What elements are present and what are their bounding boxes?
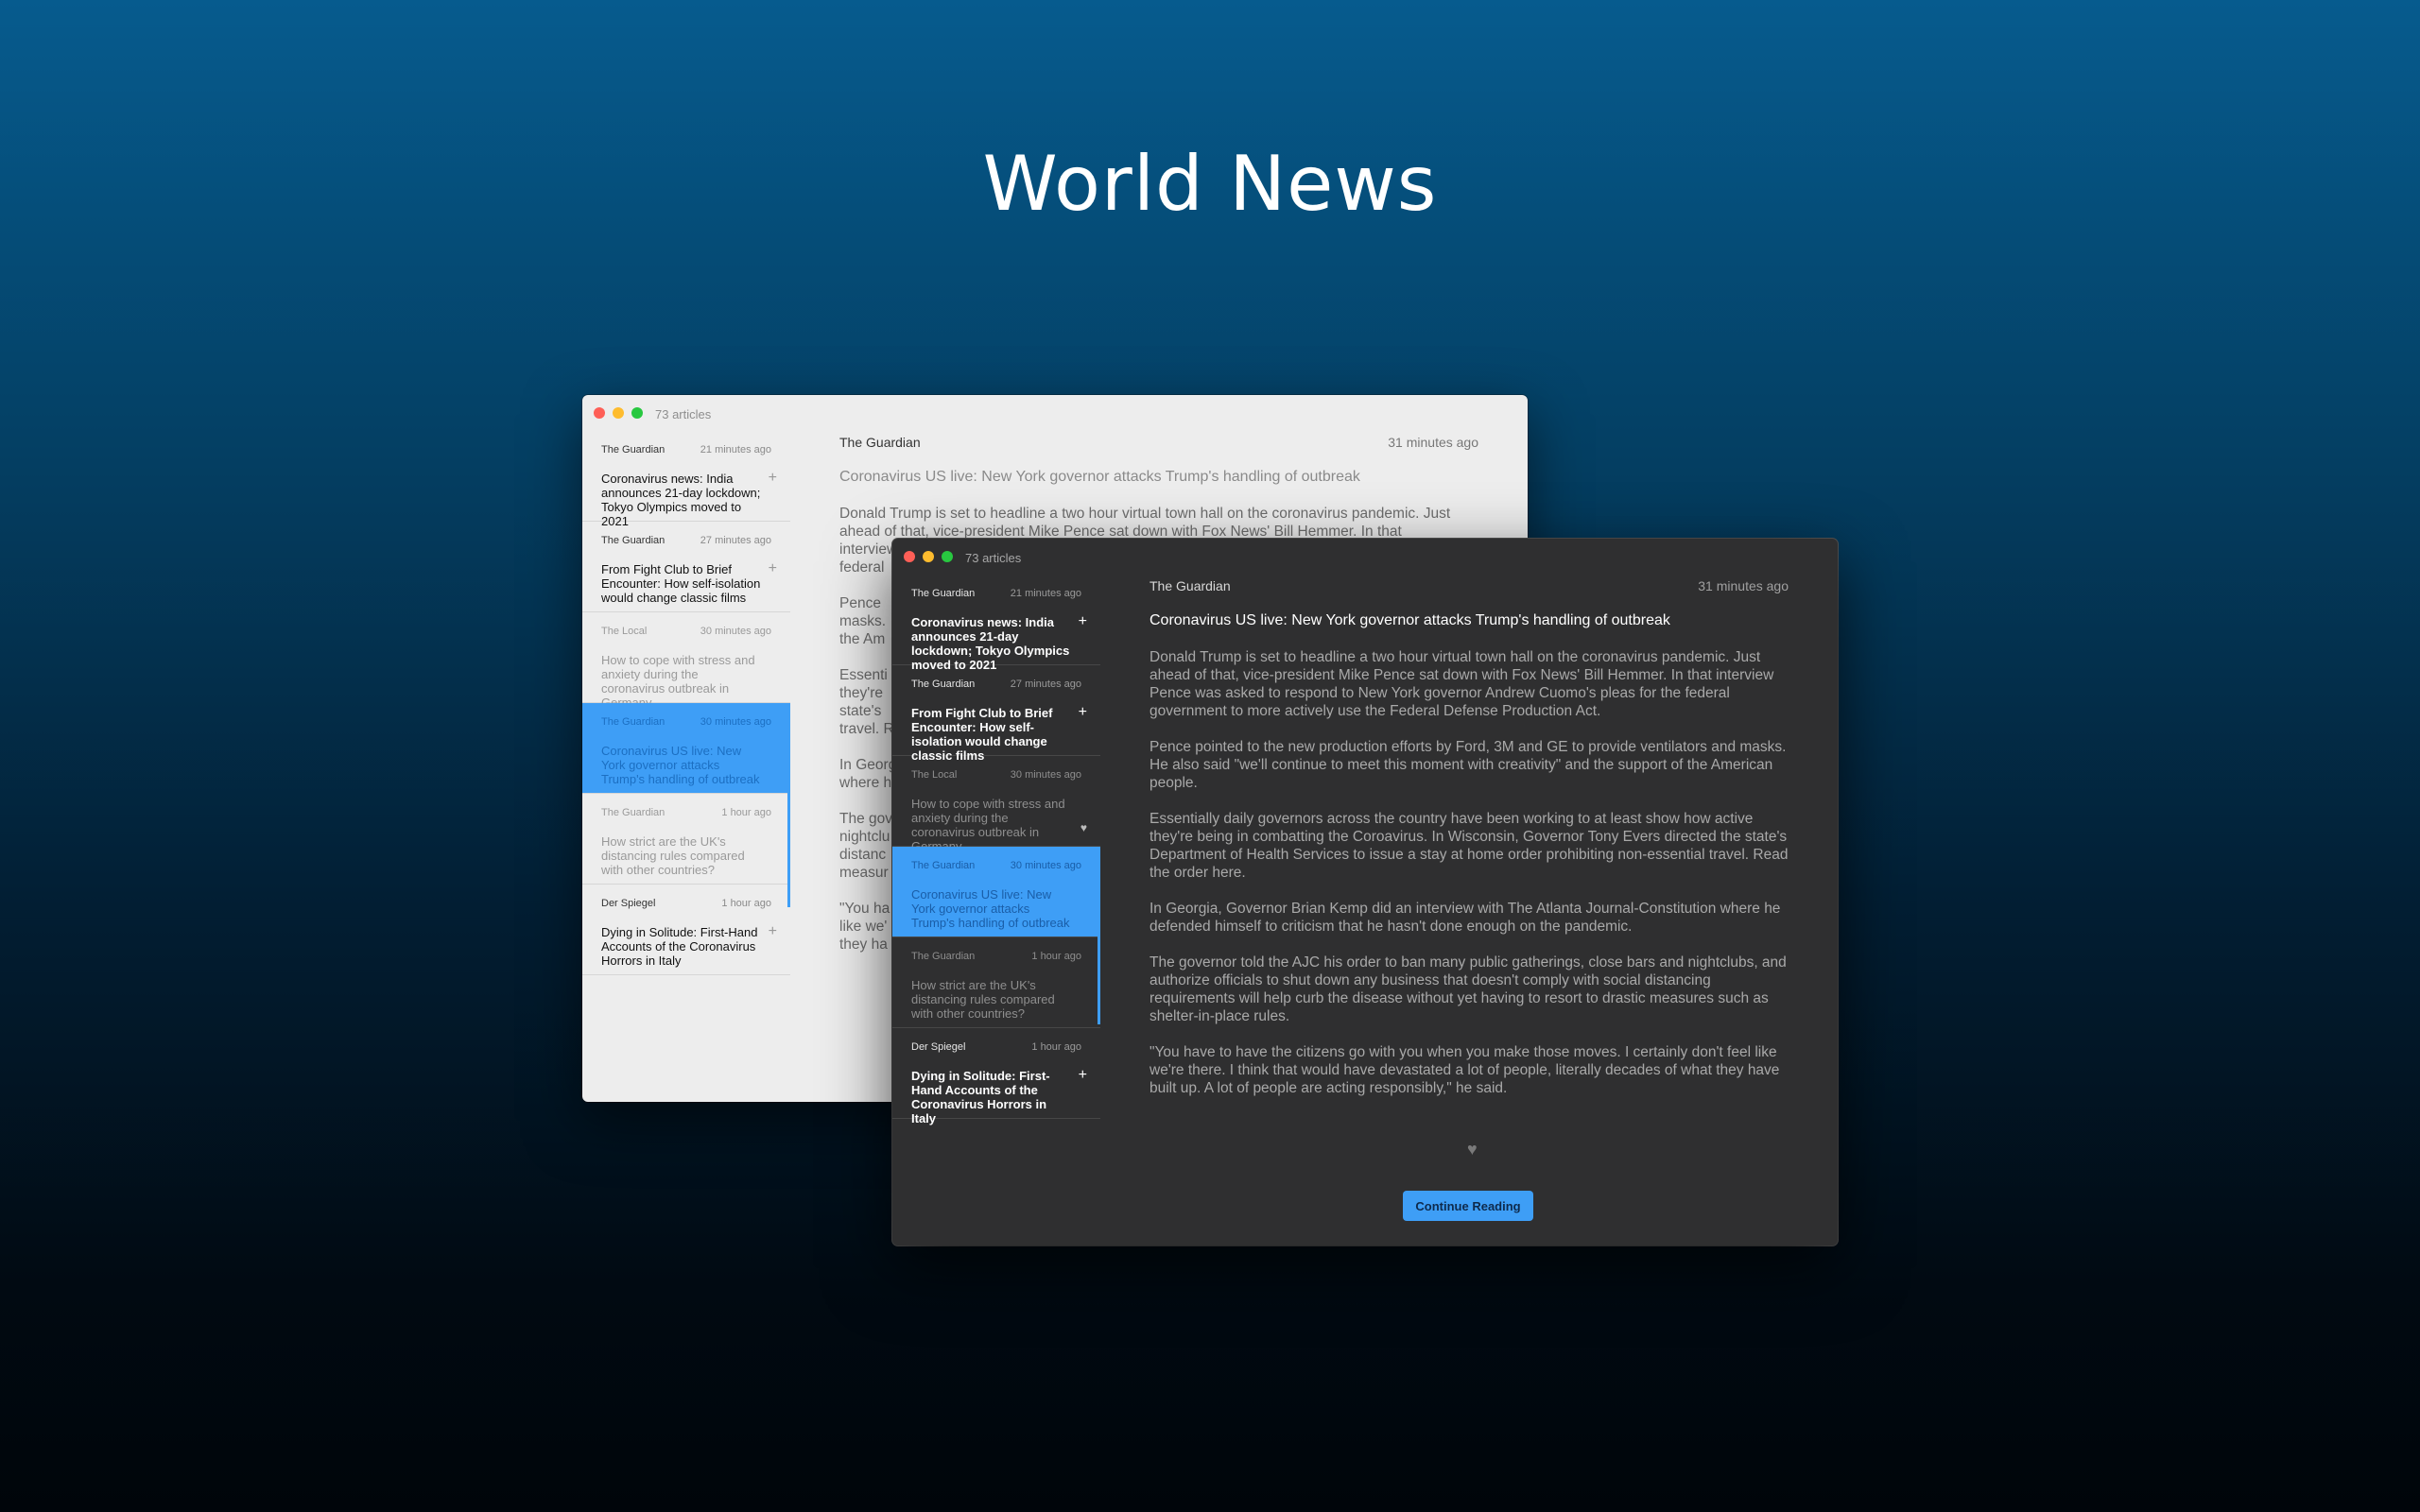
detail-title: Coronavirus US live: New York governor a…	[1150, 612, 1670, 628]
plus-icon[interactable]: +	[1079, 705, 1087, 720]
detail-body: Donald Trump is set to headline a two ho…	[1150, 648, 1789, 1115]
article-detail: The Guardian 31 minutes ago Coronavirus …	[1150, 575, 1789, 1246]
article-source: The Guardian	[601, 716, 666, 728]
article-source: The Guardian	[601, 535, 666, 546]
article-time: 1 hour ago	[1031, 1041, 1081, 1053]
continue-reading-button[interactable]: Continue Reading	[1403, 1191, 1533, 1221]
page-title: World News	[982, 140, 1438, 228]
article-source: The Guardian	[601, 807, 666, 818]
list-item[interactable]: The Guardian 21 minutes ago Coronavirus …	[582, 431, 790, 528]
heart-icon[interactable]: ♥	[1467, 1140, 1478, 1160]
detail-paragraph: Donald Trump is set to headline a two ho…	[1150, 649, 1774, 719]
list-item[interactable]: Der Spiegel 1 hour ago Dying in Solitude…	[892, 1028, 1100, 1125]
article-title: How strict are the UK's distancing rules…	[911, 978, 1055, 1021]
article-count: 73 articles	[655, 407, 712, 421]
close-button[interactable]	[594, 407, 605, 419]
list-item-selected[interactable]: The Guardian 30 minutes ago Coronavirus …	[892, 847, 1100, 937]
article-list: The Guardian 21 minutes ago Coronavirus …	[582, 431, 790, 1102]
detail-paragraph: Essentially daily governors across the c…	[1150, 811, 1789, 881]
article-time: 1 hour ago	[721, 898, 771, 909]
list-item[interactable]: The Guardian 1 hour ago How strict are t…	[892, 937, 1100, 1028]
article-title: From Fight Club to Brief Encounter: How …	[601, 562, 761, 605]
article-time: 27 minutes ago	[700, 535, 771, 546]
article-time: 21 minutes ago	[700, 444, 771, 455]
detail-paragraph: Pence pointed to the new production effo…	[1150, 739, 1787, 791]
traffic-lights	[594, 407, 643, 419]
list-item[interactable]: Der Spiegel 1 hour ago Dying in Solitude…	[582, 885, 790, 975]
article-title: Dying in Solitude: First-Hand Accounts o…	[601, 925, 758, 968]
list-item[interactable]: The Guardian 1 hour ago How strict are t…	[582, 794, 790, 885]
article-time: 30 minutes ago	[700, 716, 771, 728]
detail-paragraph: The governor told the AJC his order to b…	[1150, 954, 1787, 1024]
article-source: The Local	[911, 769, 958, 781]
title-bar: 73 articles	[892, 539, 1110, 575]
article-title: How to cope with stress and anxiety duri…	[601, 653, 755, 710]
detail-source: The Guardian	[1150, 578, 1231, 593]
minimize-button[interactable]	[923, 551, 934, 562]
article-source: The Guardian	[911, 679, 976, 690]
article-time: 30 minutes ago	[700, 626, 771, 637]
zoom-button[interactable]	[942, 551, 953, 562]
article-title: How strict are the UK's distancing rules…	[601, 834, 745, 877]
scrollbar[interactable]	[1098, 907, 1100, 1024]
article-title: How to cope with stress and anxiety duri…	[911, 797, 1065, 853]
article-source: The Local	[601, 626, 648, 637]
article-time: 1 hour ago	[721, 807, 771, 818]
article-time: 27 minutes ago	[1010, 679, 1081, 690]
zoom-button[interactable]	[631, 407, 643, 419]
plus-icon[interactable]: +	[1079, 1068, 1087, 1083]
plus-icon[interactable]: +	[769, 561, 777, 576]
article-source: Der Spiegel	[911, 1041, 966, 1053]
list-item[interactable]: The Guardian 27 minutes ago From Fight C…	[582, 522, 790, 612]
list-item[interactable]: The Guardian 27 minutes ago From Fight C…	[892, 665, 1100, 763]
article-time: 21 minutes ago	[1010, 588, 1081, 599]
detail-title: Coronavirus US live: New York governor a…	[839, 469, 1360, 485]
article-source: The Guardian	[911, 588, 976, 599]
article-time: 30 minutes ago	[1010, 769, 1081, 781]
article-count: 73 articles	[965, 551, 1022, 565]
title-bar: 73 articles	[582, 395, 800, 431]
dark-app-window: 73 articles The Guardian 21 minutes ago …	[892, 539, 1838, 1246]
detail-paragraph: "You have to have the citizens go with y…	[1150, 1044, 1780, 1096]
article-title: Dying in Solitude: First-Hand Accounts o…	[911, 1069, 1050, 1125]
detail-time: 31 minutes ago	[1388, 435, 1478, 450]
plus-icon[interactable]: +	[769, 471, 777, 486]
scrollbar[interactable]	[787, 764, 790, 907]
article-source: The Guardian	[911, 860, 976, 871]
article-time: 30 minutes ago	[1010, 860, 1081, 871]
list-item[interactable]: The Local 30 minutes ago How to cope wit…	[892, 756, 1100, 853]
detail-source: The Guardian	[839, 435, 921, 450]
article-source: The Guardian	[911, 951, 976, 962]
list-item-selected[interactable]: The Guardian 30 minutes ago Coronavirus …	[582, 703, 790, 794]
plus-icon[interactable]: +	[1079, 614, 1087, 629]
article-time: 1 hour ago	[1031, 951, 1081, 962]
list-item[interactable]: The Local 30 minutes ago How to cope wit…	[582, 612, 790, 710]
article-title: From Fight Club to Brief Encounter: How …	[911, 706, 1053, 763]
traffic-lights	[904, 551, 953, 562]
article-title: Coronavirus news: India announces 21-day…	[911, 615, 1070, 672]
list-item[interactable]: The Guardian 21 minutes ago Coronavirus …	[892, 575, 1100, 672]
article-list: The Guardian 21 minutes ago Coronavirus …	[892, 575, 1100, 1246]
article-source: Der Spiegel	[601, 898, 656, 909]
article-title: Coronavirus news: India announces 21-day…	[601, 472, 761, 528]
article-title: Coronavirus US live: New York governor a…	[601, 744, 760, 786]
article-source: The Guardian	[601, 444, 666, 455]
minimize-button[interactable]	[613, 407, 624, 419]
detail-time: 31 minutes ago	[1698, 578, 1789, 593]
plus-icon[interactable]: +	[769, 924, 777, 939]
heart-icon[interactable]: ♥	[1080, 820, 1087, 835]
article-title: Coronavirus US live: New York governor a…	[911, 887, 1070, 930]
close-button[interactable]	[904, 551, 915, 562]
detail-paragraph: In Georgia, Governor Brian Kemp did an i…	[1150, 901, 1781, 935]
